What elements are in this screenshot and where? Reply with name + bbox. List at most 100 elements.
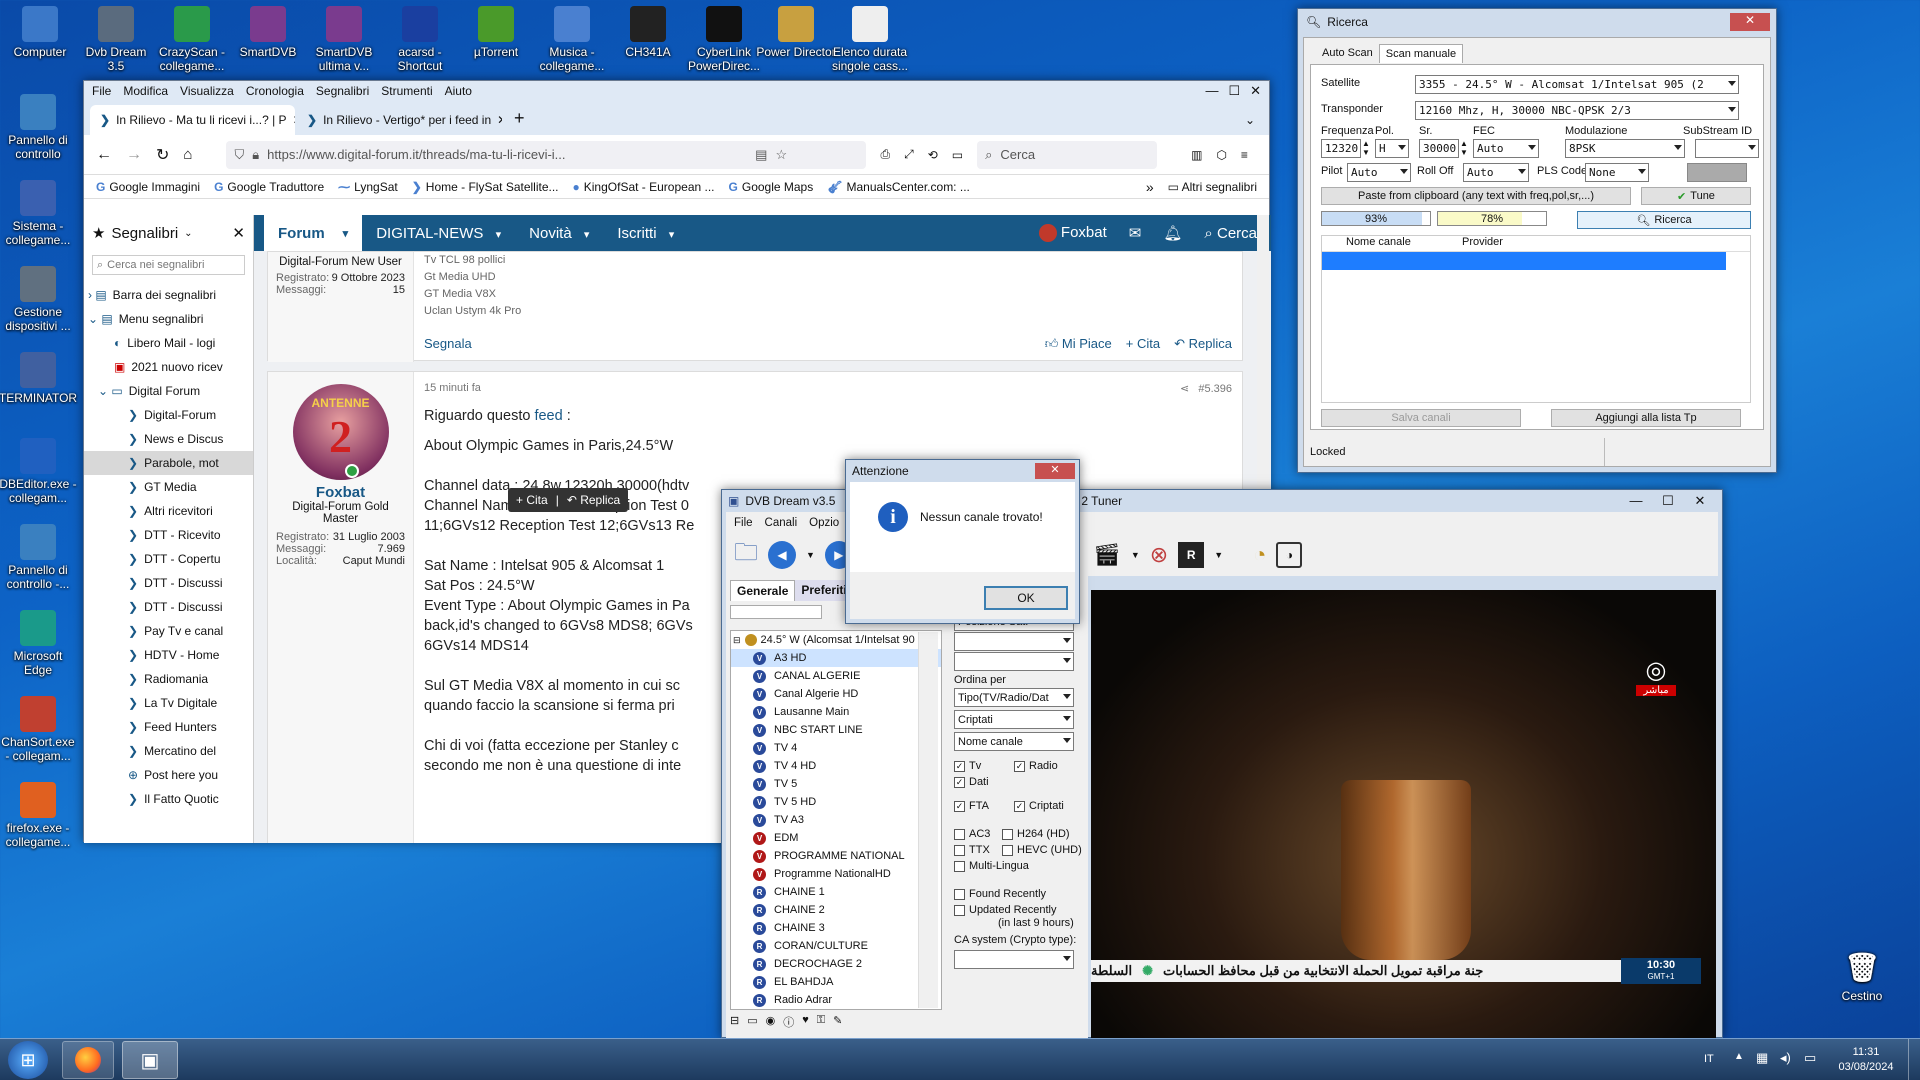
bookmark-item[interactable]: G Google Traduttore [214, 180, 324, 194]
bookmark-tree-item[interactable]: ▣ 2021 nuovo ricev [84, 355, 253, 379]
channel-row[interactable]: V EDM [731, 829, 941, 847]
salva-canali-button[interactable]: Salva canali [1321, 409, 1521, 427]
print-icon[interactable]: ⎙ [880, 147, 890, 162]
collapse-icon[interactable]: ⊟ [733, 635, 741, 646]
ricerca-button[interactable]: 🔍︎ Ricerca [1577, 211, 1751, 229]
desktop-icon[interactable]: SmartDVB [228, 6, 308, 59]
close-tab-icon[interactable]: ✕ [293, 113, 295, 127]
paste-clipboard-button[interactable]: Paste from clipboard (any text with freq… [1321, 187, 1631, 205]
popup-quote-button[interactable]: + Cita [516, 493, 548, 507]
desktop-icon[interactable]: CH341A [608, 6, 688, 59]
radio-icon[interactable]: ◉ [766, 1014, 776, 1030]
close-sidebar-icon[interactable]: ✕ [232, 224, 245, 242]
desktop-icon[interactable]: Gestione dispositivi ... [0, 266, 78, 333]
pol-select[interactable]: H [1375, 139, 1409, 158]
bookmark-tree-item[interactable]: ❯ News e Discus [84, 427, 253, 451]
bookmark-item[interactable]: G Google Immagini [96, 180, 200, 194]
display-icon[interactable]: ▭ [1804, 1050, 1816, 1066]
menu-item[interactable]: Canali [765, 517, 798, 529]
network-icon[interactable]: ▦ [1756, 1050, 1768, 1066]
minimize-icon[interactable]: — [1622, 493, 1650, 509]
bell-icon[interactable]: 🔔︎ [1163, 224, 1182, 242]
video-area[interactable]: ◎ مباشر جنة مراقبة تمويل الحملة الانتخاب… [1091, 590, 1716, 1039]
updated-recently-checkbox[interactable]: Updated Recently [954, 904, 1056, 916]
channel-row[interactable]: V TV 4 [731, 739, 941, 757]
record-icon[interactable]: ⊗ [1150, 542, 1168, 568]
bookmark-tree-item[interactable]: ❯ Pay Tv e canal [84, 619, 253, 643]
edit-icon[interactable]: ✎ [833, 1014, 842, 1030]
sidebar-icon[interactable]: ▥ [1191, 148, 1202, 162]
channels-found-list[interactable]: Nome canale Provider [1321, 235, 1751, 403]
substream-select[interactable] [1695, 139, 1759, 158]
popup-reply-button[interactable]: ↶ Replica [567, 493, 620, 507]
pilot-select[interactable]: Auto [1347, 163, 1411, 182]
menu-item[interactable]: File [734, 517, 753, 529]
taskbar-firefox[interactable] [62, 1041, 114, 1079]
channel-row[interactable]: V TV 4 HD [731, 757, 941, 775]
bookmark-tree-item[interactable]: ❯ Mercatino del [84, 739, 253, 763]
column-provider[interactable]: Provider [1462, 236, 1503, 251]
desktop-icon[interactable]: Musica - collegame... [532, 6, 612, 73]
menu-item[interactable]: Modifica [123, 84, 168, 98]
desktop-icon[interactable]: DBEditor.exe - collegam... [0, 438, 78, 505]
back-icon[interactable]: ← [96, 146, 112, 164]
bookmark-tree-item[interactable]: ⌄ ▭ Digital Forum [84, 379, 253, 403]
bookmark-tree-item[interactable]: ❯ HDTV - Home [84, 643, 253, 667]
lock-icon[interactable]: ⚿ [817, 1014, 825, 1030]
desktop-icon[interactable]: ChanSort.exe - collegam... [0, 696, 78, 763]
language-indicator[interactable]: IT [1704, 1053, 1714, 1065]
tab-inactive[interactable]: ❯ In Rilievo - Vertigo* per i feed in ✕ [297, 105, 502, 135]
column-nome-canale[interactable]: Nome canale [1322, 236, 1462, 251]
channel-row[interactable]: R EL BAHDJA [731, 973, 941, 991]
channel-filter-input[interactable] [730, 605, 822, 619]
dati-checkbox[interactable]: ✓ Dati [954, 776, 989, 788]
tab-scan-manuale[interactable]: Scan manuale [1378, 44, 1464, 63]
found-recently-checkbox[interactable]: Found Recently [954, 888, 1046, 900]
bookmark-item[interactable]: 🎸︎ ManualsCenter.com: ... [827, 180, 970, 194]
fec-select[interactable]: Auto [1473, 139, 1539, 158]
desktop-icon[interactable]: Power Director [756, 6, 836, 59]
forum-search[interactable]: ⌕ Cerca [1204, 225, 1257, 242]
chevron-down-icon[interactable]: ▼ [1214, 550, 1223, 560]
menu-item[interactable]: File [92, 84, 111, 98]
tune-button[interactable]: ✔ Tune [1641, 187, 1751, 205]
bookmark-tree-item[interactable]: › ▤ Barra dei segnalibri [84, 283, 253, 307]
close-icon[interactable]: ✕ [1730, 13, 1770, 31]
desktop-icon[interactable]: Computer [0, 6, 80, 59]
post-number[interactable]: #5.396 [1198, 383, 1232, 395]
channel-row[interactable]: R CHAINE 2 [731, 901, 941, 919]
menu-item[interactable]: Visualizza [180, 84, 234, 98]
satellite-node[interactable]: 24.5° W (Alcomsat 1/Intelsat 90 [761, 634, 915, 646]
channel-row[interactable]: V Lausanne Main [731, 703, 941, 721]
extensions-icon[interactable]: ⬡ [1216, 148, 1226, 162]
channel-row[interactable]: V TV 5 [731, 775, 941, 793]
maximize-icon[interactable]: ☐ [1654, 493, 1682, 509]
desktop-icon[interactable]: µTorrent [456, 6, 536, 59]
minimize-icon[interactable]: — [1205, 83, 1218, 99]
fta-checkbox[interactable]: ✓ FTA [954, 800, 989, 812]
bookmark-item[interactable]: G Google Maps [729, 180, 814, 194]
channel-row[interactable]: V TV 5 HD [731, 793, 941, 811]
sr-input[interactable]: 30000 [1419, 139, 1459, 158]
sr-spinner-icon[interactable]: ▲ ▼ [1460, 139, 1468, 157]
desktop-icon[interactable]: Pannello di controllo [0, 94, 78, 161]
bookmark-tree-item[interactable]: ❯ Digital-Forum [84, 403, 253, 427]
clock[interactable]: 11:31 03/08/2024 [1830, 1045, 1902, 1075]
channel-row[interactable]: R Radio Adrar [731, 991, 941, 1009]
clapper-icon[interactable]: 🎬︎ [1093, 542, 1121, 568]
start-button[interactable]: ⊞ [8, 1041, 48, 1079]
freq-input[interactable]: 12320 [1321, 139, 1361, 158]
freq-spinner-icon[interactable]: ▲ ▼ [1362, 139, 1370, 157]
channel-row[interactable]: V Programme NationalHD [731, 865, 941, 883]
channel-row[interactable]: V TV A3 [731, 811, 941, 829]
new-tab-icon[interactable]: + [504, 108, 535, 135]
multilingua-checkbox[interactable]: Multi-Lingua [954, 860, 1029, 872]
bookmark-item[interactable]: ⁓ LyngSat [338, 180, 398, 194]
show-desktop-button[interactable] [1908, 1039, 1920, 1080]
url-text[interactable]: https://www.digital-forum.it/threads/ma-… [267, 147, 747, 162]
channel-row[interactable]: V A3 HD [731, 649, 941, 667]
info-icon[interactable]: ⓘ [783, 1014, 794, 1030]
forum-nav-iscritti[interactable]: Iscritti ▾ [603, 225, 688, 242]
bookmark-tree-item[interactable]: ❯ Feed Hunters [84, 715, 253, 739]
channel-row[interactable]: V NBC START LINE [731, 721, 941, 739]
